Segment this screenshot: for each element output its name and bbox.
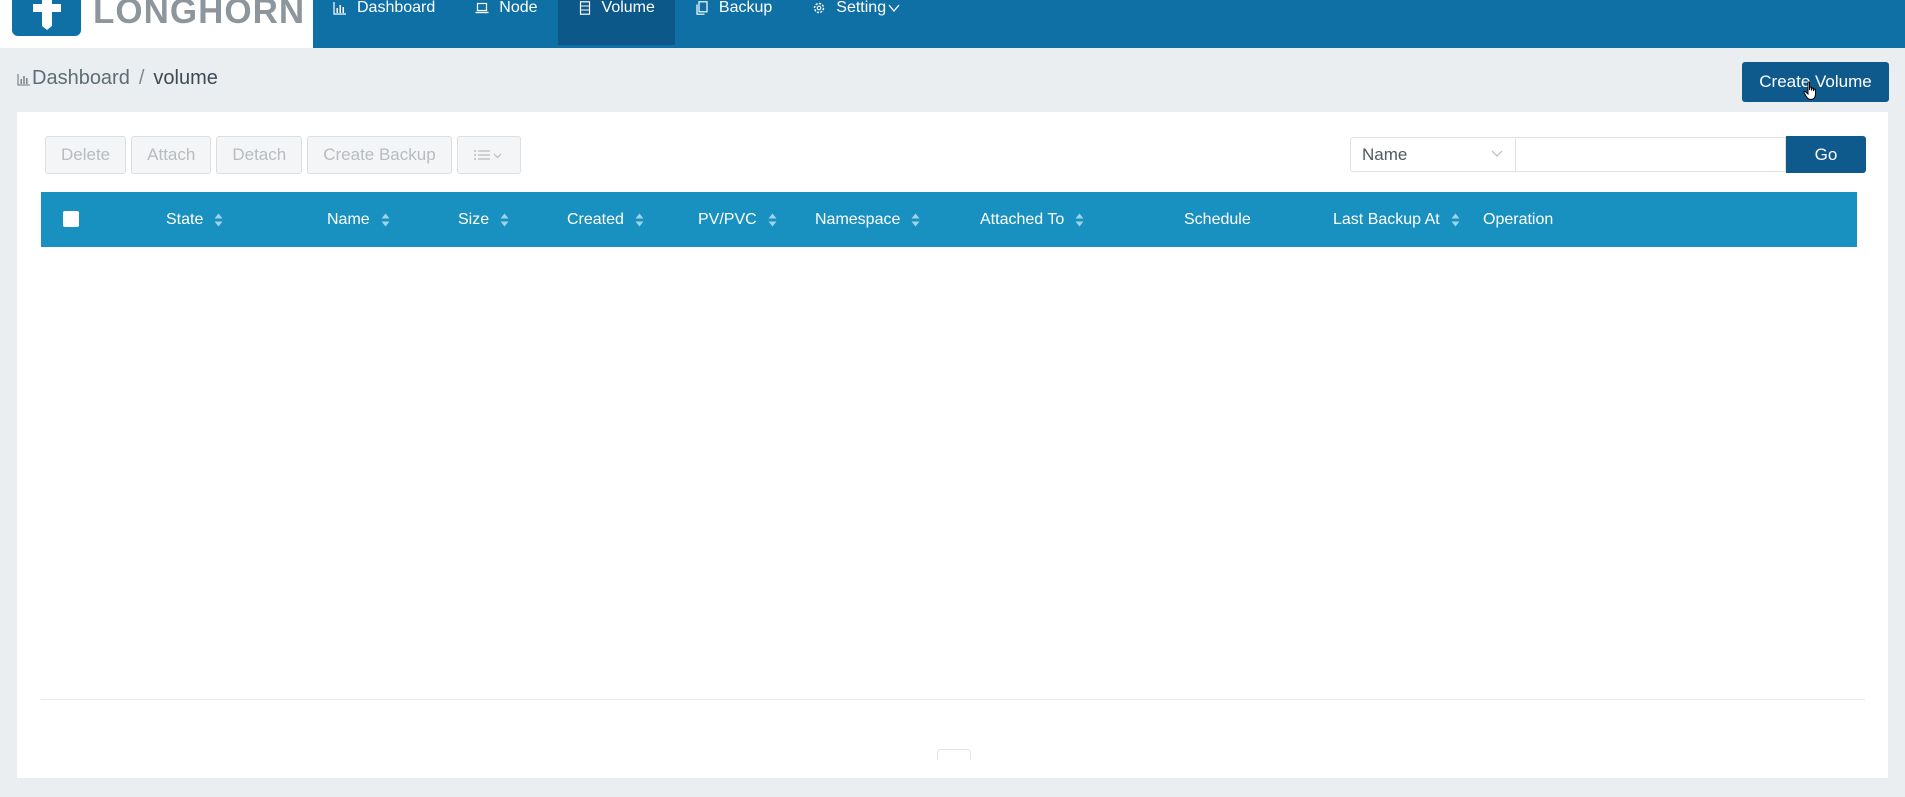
sort-icon[interactable] (500, 213, 509, 227)
main-nav: Dashboard Node Volume Backup Setting (313, 0, 920, 45)
nav-label-volume: Volume (601, 0, 655, 16)
sort-icon[interactable] (1075, 213, 1084, 227)
attach-button[interactable]: Attach (131, 136, 212, 174)
column-header-label: Namespace (815, 210, 901, 228)
column-header-pv-pvc[interactable]: PV/PVC (698, 192, 777, 247)
chevron-down-icon (888, 4, 900, 13)
column-header-attached-to[interactable]: Attached To (980, 192, 1084, 247)
column-header-name[interactable]: Name (327, 192, 390, 247)
nav-label-dashboard: Dashboard (357, 0, 436, 16)
breadcrumb-separator: / (138, 67, 145, 89)
logo-text: LONGHORN (93, 0, 306, 31)
column-header-label: Operation (1483, 210, 1554, 228)
nav-item-setting[interactable]: Setting (792, 0, 920, 45)
nav-label-setting: Setting (836, 0, 887, 16)
gear-icon (814, 2, 825, 14)
logo-area[interactable]: LONGHORN (0, 0, 313, 48)
nav-label-node: Node (499, 0, 538, 16)
top-header: LONGHORN Dashboard Node Volume Backup Se… (0, 0, 1905, 48)
volume-panel: Delete Attach Detach Create Backup Name … (17, 112, 1888, 778)
database-icon (579, 1, 590, 15)
breadcrumb-current: volume (153, 67, 218, 89)
sort-icon[interactable] (635, 213, 644, 227)
sort-icon[interactable] (214, 213, 223, 227)
nav-item-dashboard[interactable]: Dashboard (313, 0, 455, 45)
laptop-icon (475, 2, 489, 14)
sort-icon[interactable] (911, 213, 920, 227)
column-header-created[interactable]: Created (567, 192, 644, 247)
column-header-label: PV/PVC (698, 210, 757, 228)
column-header-label: Created (567, 210, 624, 228)
column-header-schedule[interactable]: Schedule (1184, 192, 1251, 247)
breadcrumb: Dashboard / volume (17, 67, 218, 90)
column-header-label: Name (327, 210, 370, 228)
search-field-selected: Name (1362, 144, 1408, 164)
bulk-action-toolbar: Delete Attach Detach Create Backup (45, 136, 521, 174)
column-header-operation[interactable]: Operation (1483, 192, 1553, 247)
list-icon (473, 150, 502, 160)
breadcrumb-dashboard-link[interactable]: Dashboard (32, 67, 130, 90)
column-header-label: Size (458, 210, 490, 228)
column-header-label: Schedule (1184, 210, 1251, 228)
copy-icon (696, 1, 708, 15)
pagination[interactable] (937, 749, 971, 760)
more-actions-button[interactable] (456, 136, 521, 174)
delete-button[interactable]: Delete (45, 136, 127, 174)
nav-item-backup[interactable]: Backup (675, 0, 792, 45)
select-all-checkbox[interactable] (63, 211, 79, 227)
column-header-size[interactable]: Size (458, 192, 509, 247)
search-input[interactable] (1516, 137, 1786, 172)
sort-icon[interactable] (1451, 213, 1460, 227)
column-header-state[interactable]: State (166, 192, 223, 247)
column-header-label: State (166, 210, 204, 228)
table-header: State Name Size Created PV/PVC Namespace Attac… (41, 192, 1857, 247)
table-bottom-divider (41, 699, 1865, 700)
nav-item-volume[interactable]: Volume (557, 0, 675, 45)
column-header-namespace[interactable]: Namespace (815, 192, 920, 247)
go-button[interactable]: Go (1786, 136, 1866, 173)
column-header-label: Attached To (980, 210, 1065, 228)
bar-chart-icon (17, 73, 30, 86)
search-field-select[interactable]: Name (1350, 137, 1516, 172)
create-backup-button[interactable]: Create Backup (307, 136, 452, 174)
longhorn-logo-icon (12, 0, 81, 36)
bar-chart-icon (333, 2, 346, 15)
detach-button[interactable]: Detach (216, 136, 303, 174)
sort-icon[interactable] (768, 213, 777, 227)
column-header-last-backup-at[interactable]: Last Backup At (1333, 192, 1460, 247)
nav-item-node[interactable]: Node (455, 0, 557, 45)
sort-icon[interactable] (381, 213, 390, 227)
nav-label-backup: Backup (718, 0, 773, 16)
hand-cursor-icon (1803, 81, 1816, 101)
column-header-label: Last Backup At (1333, 210, 1440, 228)
chevron-down-icon (1491, 150, 1503, 157)
